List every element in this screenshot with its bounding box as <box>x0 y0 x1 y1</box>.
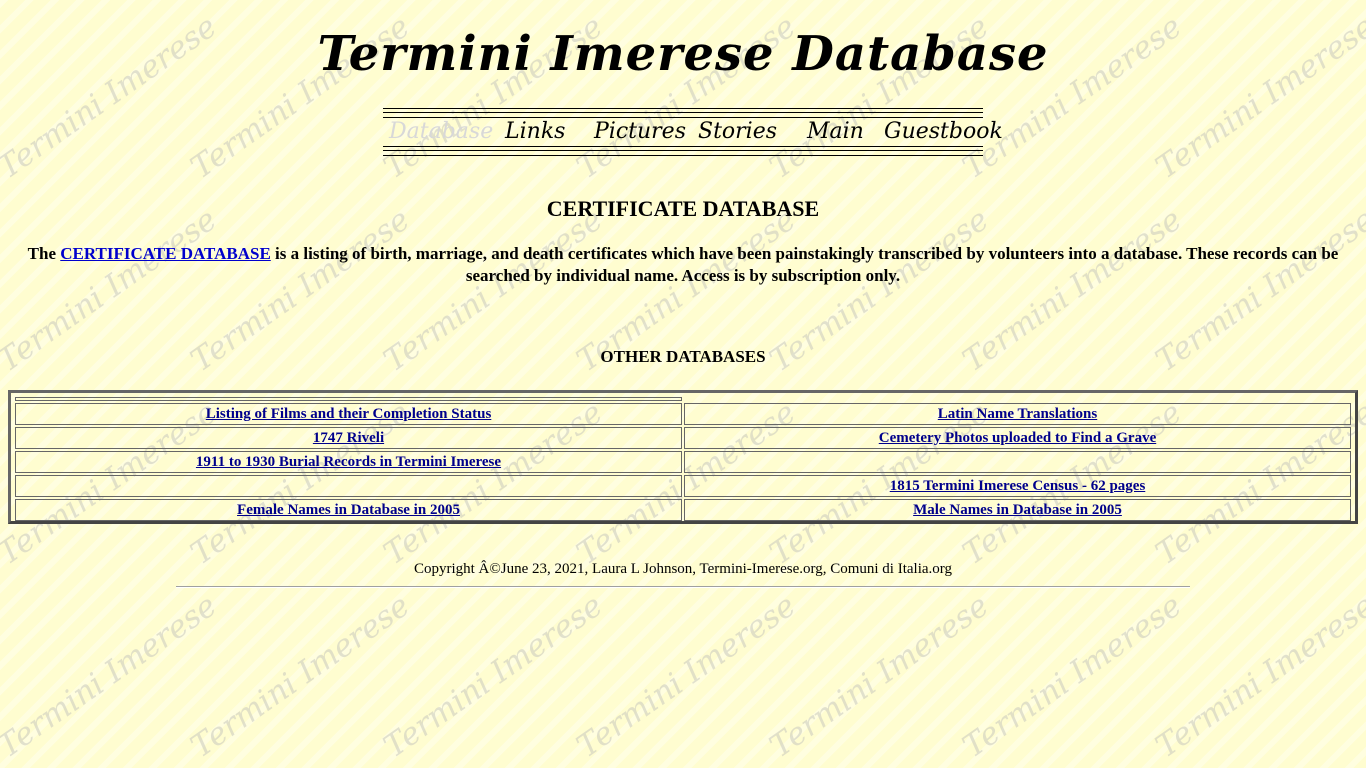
copyright-text: Copyright Â©June 23, 2021, Laura L Johns… <box>413 561 953 577</box>
riveli-1747-link[interactable]: 1747 Riveli <box>313 430 384 446</box>
other-databases-table: Listing of Films and their Completion St… <box>8 390 1358 524</box>
census-1815-link[interactable]: 1815 Termini Imerese Census - 62 pages <box>890 478 1146 494</box>
table-cell-empty <box>684 451 1351 473</box>
nav-item-main[interactable]: Main <box>807 119 864 144</box>
table-cell: Female Names in Database in 2005 <box>15 499 682 521</box>
female-names-link[interactable]: Female Names in Database in 2005 <box>237 502 460 518</box>
nav-item-pictures[interactable]: Pictures <box>594 119 686 144</box>
nav-item-database[interactable]: Database <box>389 119 493 144</box>
page-heading: CERTIFICATE DATABASE <box>546 196 820 221</box>
watermark-text: Termini Imerese <box>570 587 803 765</box>
table-spacer-cell <box>15 397 682 401</box>
nav-bar: Database Links Pictures Stories Main Gue… <box>383 108 1003 156</box>
male-names-link[interactable]: Male Names in Database in 2005 <box>913 502 1122 518</box>
table-cell: Latin Name Translations <box>684 403 1351 425</box>
watermark-text: Termini Imerese <box>956 587 1189 765</box>
site-title: Termini Imerese Database <box>317 26 1049 82</box>
table-cell: Listing of Films and their Completion St… <box>15 403 682 425</box>
table-cell: 1911 to 1930 Burial Records in Termini I… <box>15 451 682 473</box>
nav-item-links[interactable]: Links <box>505 119 565 144</box>
nav-rule-top <box>383 108 983 118</box>
watermark-text: Termini Imerese <box>184 587 417 765</box>
nav-item-guestbook[interactable]: Guestbook <box>884 119 1003 144</box>
intro-text-before: The <box>27 244 61 263</box>
watermark-text: Termini Imerese <box>0 587 224 765</box>
other-databases-heading: OTHER DATABASES <box>600 347 766 366</box>
watermark-text: Termini Imerese <box>377 587 610 765</box>
nav-rule-bottom <box>383 146 983 156</box>
watermark-text: Termini Imerese <box>763 587 996 765</box>
nav-item-stories[interactable]: Stories <box>698 119 777 144</box>
certificate-database-link[interactable]: CERTIFICATE DATABASE <box>60 244 271 263</box>
table-cell: Cemetery Photos uploaded to Find a Grave <box>684 427 1351 449</box>
table-cell: 1747 Riveli <box>15 427 682 449</box>
cemetery-photos-link[interactable]: Cemetery Photos uploaded to Find a Grave <box>879 430 1156 446</box>
watermark-text: Termini Imerese <box>1149 587 1366 765</box>
intro-paragraph: The CERTIFICATE DATABASE is a listing of… <box>16 243 1350 287</box>
table-row: Listing of Films and their Completion St… <box>15 403 1351 425</box>
table-cell: 1815 Termini Imerese Census - 62 pages <box>684 475 1351 497</box>
table-spacer-cell-empty <box>684 397 1351 401</box>
nav-items: Database Links Pictures Stories Main Gue… <box>383 119 1003 145</box>
footer-rule <box>176 586 1190 588</box>
intro-text-after: is a listing of birth, marriage, and dea… <box>270 244 1339 285</box>
films-status-link[interactable]: Listing of Films and their Completion St… <box>206 406 492 422</box>
table-row: 1815 Termini Imerese Census - 62 pages <box>15 475 1351 497</box>
table-row: 1747 Riveli Cemetery Photos uploaded to … <box>15 427 1351 449</box>
burial-records-link[interactable]: 1911 to 1930 Burial Records in Termini I… <box>196 454 501 470</box>
table-row: Female Names in Database in 2005 Male Na… <box>15 499 1351 521</box>
latin-names-link[interactable]: Latin Name Translations <box>938 406 1097 422</box>
table-cell: Male Names in Database in 2005 <box>684 499 1351 521</box>
table-spacer-row <box>15 397 1351 401</box>
table-cell-empty <box>15 475 682 497</box>
table-row: 1911 to 1930 Burial Records in Termini I… <box>15 451 1351 473</box>
databases-grid: Listing of Films and their Completion St… <box>13 395 1353 523</box>
